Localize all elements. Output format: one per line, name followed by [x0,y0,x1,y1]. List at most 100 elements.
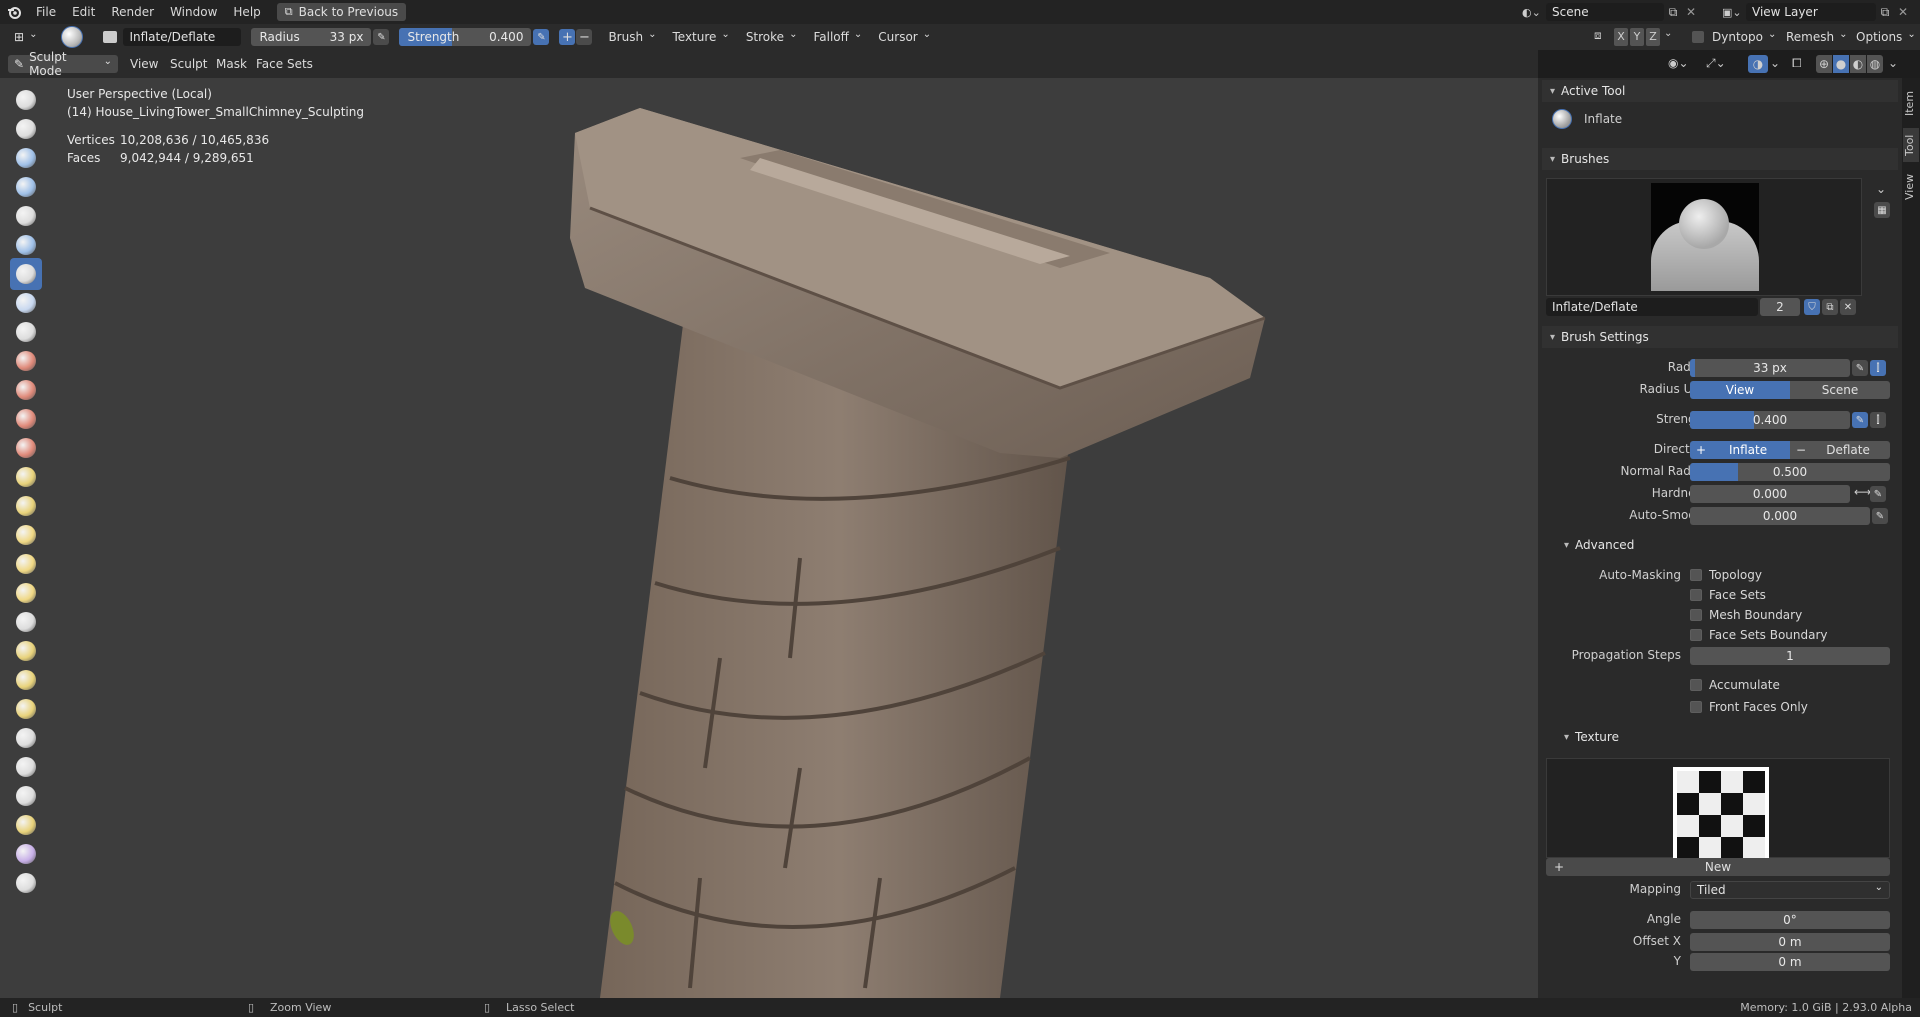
brush-image-icon[interactable]: ▦ [1874,202,1890,218]
normal-radius-slider[interactable]: 0.500 [1690,463,1890,481]
strength-pressure-toggle-icon[interactable]: ✎ [1852,412,1868,428]
new-texture-button[interactable]: + New [1546,858,1890,876]
brush-settings-header[interactable]: Brush Settings [1542,326,1898,348]
draw-brush-icon[interactable] [10,84,42,116]
view-layer-selector[interactable]: ▣⌄ View Layer ⧉ ✕ [1722,3,1918,21]
elastic-deform-icon[interactable] [10,548,42,580]
blender-logo-icon[interactable] [0,0,28,24]
layer-icon[interactable] [10,229,42,261]
clay-icon[interactable] [10,142,42,174]
back-to-previous-button[interactable]: ⧉ Back to Previous [276,3,407,21]
remove-brush-icon[interactable]: ✕ [1840,299,1856,315]
texture-header[interactable]: Texture [1556,726,1898,748]
tab-tool[interactable]: Tool [1903,128,1919,162]
scrape-icon[interactable] [10,432,42,464]
panel-strength-slider[interactable]: 0.400 [1690,411,1850,429]
radius-pressure-curve-icon[interactable]: ⫿ [1870,360,1886,376]
shading-dropdown-icon[interactable]: ⌄ [1888,56,1898,70]
checker-texture-thumbnail[interactable] [1673,767,1769,863]
brush-thumbnail[interactable] [1651,183,1759,291]
grab-icon[interactable] [10,519,42,551]
stroke-menu[interactable]: Stroke [740,28,804,46]
menu-help[interactable]: Help [225,0,268,24]
hardness-invert-icon[interactable]: ⟷ [1854,485,1871,499]
duplicate-brush-icon[interactable]: ⧉ [1822,299,1838,315]
gizmo-icon[interactable]: ⤢⌄ [1706,56,1726,71]
pinch-icon[interactable] [10,490,42,522]
direction-subtract-icon[interactable]: − [576,29,593,45]
inflate-icon[interactable] [10,258,42,290]
auto-smooth-slider[interactable]: 0.000 [1690,507,1870,525]
tab-view[interactable]: View [1903,170,1919,204]
brush-preview-icon[interactable] [61,26,84,48]
fill-icon[interactable] [10,403,42,435]
options-menu[interactable]: Options [1850,28,1920,46]
delete-scene-icon[interactable]: ✕ [1682,5,1700,19]
menu-render[interactable]: Render [103,0,162,24]
smooth-icon[interactable] [10,345,42,377]
falloff-menu[interactable]: Falloff [807,28,868,46]
nudge-icon[interactable] [10,664,42,696]
radius-unit-view[interactable]: View [1690,381,1790,399]
strength-slider[interactable]: Strength 0.400 [399,28,532,46]
menu-window[interactable]: Window [162,0,225,24]
flatten-icon[interactable] [10,374,42,406]
delete-view-layer-icon[interactable]: ✕ [1894,5,1912,19]
mirror-y-toggle[interactable]: Y [1630,28,1644,46]
strength-pressure-curve-icon[interactable]: ⫿ [1870,412,1886,428]
texture-menu[interactable]: Texture [666,28,735,46]
front-faces-only-checkbox[interactable]: Front Faces Only [1690,700,1808,714]
mirror-z-toggle[interactable]: Z [1646,28,1660,46]
radius-unit-toggle[interactable]: View Scene [1690,381,1890,399]
draw-sharp-icon[interactable] [10,113,42,145]
radius-unit-scene[interactable]: Scene [1790,381,1890,399]
direction-deflate[interactable]: − Deflate [1790,441,1890,459]
brush-users-count[interactable]: 2 [1760,298,1800,316]
mesh-boundary-checkbox[interactable]: Mesh Boundary [1690,608,1802,622]
symmetry-dropdown-icon[interactable]: ⌄ [1664,28,1672,39]
panel-radius-slider[interactable]: 33 px [1690,359,1850,377]
thumb-icon[interactable] [10,606,42,638]
auto-smooth-pressure-icon[interactable]: ✎ [1872,508,1888,524]
brush-name-field[interactable]: Inflate/Deflate [123,28,242,46]
hardness-pressure-icon[interactable]: ✎ [1870,486,1886,502]
menu-file[interactable]: File [28,0,64,24]
direction-toggle[interactable]: + Inflate − Deflate [1690,441,1890,459]
direction-inflate[interactable]: + Inflate [1690,441,1790,459]
cloth-icon[interactable] [10,780,42,812]
boundary-icon[interactable] [10,751,42,783]
draw-face-sets-icon[interactable] [10,867,42,899]
angle-field[interactable]: 0° [1690,911,1890,929]
3d-viewport[interactable]: User Perspective (Local) (14) House_Livi… [0,78,1538,998]
slide-relax-icon[interactable] [10,722,42,754]
tab-item[interactable]: Item [1903,86,1919,120]
dyntopo-checkbox[interactable] [1692,31,1704,43]
copy-scene-icon[interactable]: ⧉ [1664,5,1682,20]
offset-x-field[interactable]: 0 m [1690,933,1890,951]
propagation-steps-field[interactable]: 1 [1690,647,1890,665]
crease-icon[interactable] [10,316,42,348]
pose-icon[interactable] [10,635,42,667]
face-sets-boundary-checkbox[interactable]: Face Sets Boundary [1690,628,1828,642]
menu-mask[interactable]: Mask [210,55,253,73]
blob-icon[interactable] [10,287,42,319]
brush-preview-box[interactable] [1546,178,1862,296]
menu-face-sets[interactable]: Face Sets [250,55,319,73]
remesh-menu[interactable]: Remesh [1780,28,1854,46]
overlay-dropdown-icon[interactable]: ⌄ [1770,56,1780,70]
direction-add-icon[interactable]: + [559,29,576,45]
simplify-icon[interactable] [10,809,42,841]
face-sets-checkbox[interactable]: Face Sets [1690,588,1766,602]
symmetry-icon[interactable]: ⧈ [1594,28,1602,43]
copy-view-layer-icon[interactable]: ⧉ [1876,5,1894,20]
topology-checkbox[interactable]: Topology [1690,568,1762,582]
accumulate-checkbox[interactable]: Accumulate [1690,678,1780,692]
brush-menu[interactable]: Brush [602,28,662,46]
mapping-select[interactable]: Tiled [1690,881,1890,899]
advanced-header[interactable]: Advanced [1556,534,1898,556]
mask-icon[interactable] [10,838,42,870]
fake-user-icon[interactable]: ⛉ [1804,299,1820,315]
solid-shading-icon[interactable]: ● [1833,55,1849,73]
menu-edit[interactable]: Edit [64,0,103,24]
dyntopo-menu[interactable]: Dyntopo [1706,28,1782,46]
